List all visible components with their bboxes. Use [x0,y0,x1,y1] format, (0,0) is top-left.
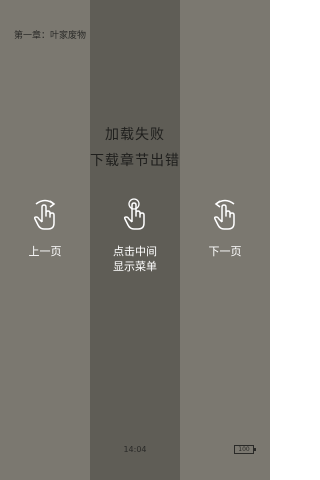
swipe-right-hand-icon [33,199,56,230]
chapter-title: 第一章：叶家废物 [14,31,87,41]
swipe-left-hand-icon [213,199,235,230]
load-failed-text: 加载失败 [105,127,165,143]
reader-page: 第一章：叶家废物 加载失败 下载章节出错 上一页 点击中间 显示菜单 下一页 1… [0,0,270,480]
clock: 14:04 [123,445,147,454]
next-page-label: 下一页 [208,245,242,258]
menu-hint: 点击中间 显示菜单 [90,196,180,274]
menu-label: 点击中间 显示菜单 [113,245,157,273]
next-page-hint: 下一页 [180,196,270,259]
battery-tip [254,448,256,451]
battery-icon: 100 [234,445,254,454]
prev-page-label: 上一页 [28,245,62,258]
download-error-text: 下载章节出错 [90,153,180,169]
error-message: 加载失败 下载章节出错 [0,128,270,168]
tap-hand-icon [123,198,145,230]
prev-page-hint: 上一页 [0,196,90,259]
